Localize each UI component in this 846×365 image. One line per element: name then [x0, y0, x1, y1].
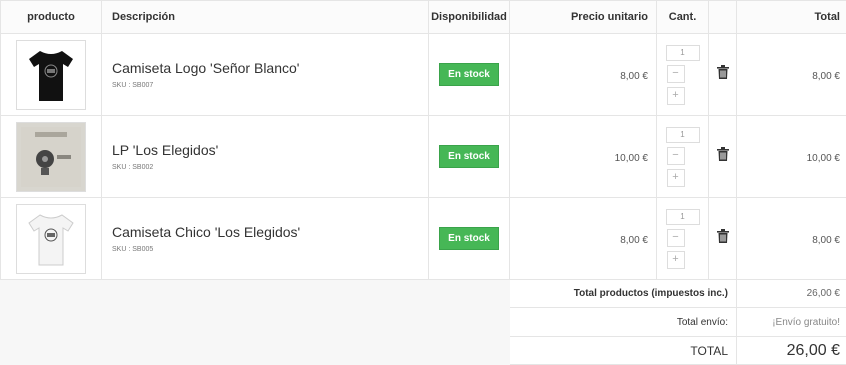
delete-cell	[708, 197, 737, 280]
summary-total-row: TOTAL 26,00 €	[0, 336, 846, 365]
product-description-cell: LP 'Los Elegidos' SKU : SB002	[101, 115, 429, 198]
products-total-value: 26,00 €	[736, 279, 846, 308]
quantity-decrease-button[interactable]: −	[666, 64, 685, 83]
quantity-increase-button[interactable]: +	[666, 86, 685, 105]
product-description-cell: Camiseta Logo 'Señor Blanco' SKU : SB007	[101, 33, 429, 116]
trash-icon[interactable]	[716, 65, 729, 84]
delete-cell	[708, 33, 737, 116]
header-producto: producto	[0, 0, 102, 34]
unit-price-cell: 8,00 €	[509, 33, 657, 116]
grand-total-value: 26,00 €	[736, 336, 846, 365]
cart-item-row: Camiseta Chico 'Los Elegidos' SKU : SB00…	[0, 197, 846, 280]
product-image-cell	[0, 197, 102, 280]
quantity-input[interactable]	[665, 208, 700, 225]
availability-cell: En stock	[428, 33, 510, 116]
line-total: 8,00 €	[812, 70, 840, 82]
product-sku: SKU : SB005	[112, 246, 154, 253]
grand-total-label: TOTAL	[509, 336, 737, 365]
header-total: Total	[736, 0, 846, 34]
quantity-increase-button[interactable]: +	[666, 250, 685, 269]
product-sku: SKU : SB007	[112, 82, 154, 89]
trash-icon[interactable]	[716, 229, 729, 248]
unit-price: 10,00 €	[614, 152, 648, 164]
header-precio: Precio unitario	[509, 0, 657, 34]
line-total: 8,00 €	[812, 234, 840, 246]
quantity-decrease-button[interactable]: −	[666, 228, 685, 247]
header-cant: Cant.	[656, 0, 709, 34]
quantity-increase-button[interactable]: +	[666, 168, 685, 187]
product-name-link[interactable]: Camiseta Logo 'Señor Blanco'	[112, 60, 428, 76]
quantity-decrease-button[interactable]: −	[666, 146, 685, 165]
unit-price: 8,00 €	[620, 234, 648, 246]
quantity-input[interactable]	[665, 44, 700, 61]
quantity-cell: − +	[656, 115, 709, 198]
product-image-cell	[0, 115, 102, 198]
product-thumbnail[interactable]	[16, 203, 86, 274]
unit-price-cell: 8,00 €	[509, 197, 657, 280]
tshirt-white-image	[28, 213, 74, 265]
line-total: 10,00 €	[806, 152, 840, 164]
header-disponibilidad: Disponibilidad	[428, 0, 510, 34]
line-total-cell: 8,00 €	[736, 197, 846, 280]
header-descripcion: Descripción	[101, 0, 429, 34]
availability-cell: En stock	[428, 115, 510, 198]
product-image-cell	[0, 33, 102, 116]
product-name-link[interactable]: LP 'Los Elegidos'	[112, 142, 428, 158]
table-header-row: producto Descripción Disponibilidad Prec…	[0, 0, 846, 34]
quantity-stepper: − +	[665, 44, 700, 105]
tshirt-black-image	[29, 50, 73, 101]
unit-price: 8,00 €	[620, 70, 648, 82]
products-total-label: Total productos (impuestos inc.)	[509, 279, 737, 308]
product-thumbnail[interactable]	[16, 39, 86, 110]
cart-item-row: LP 'Los Elegidos' SKU : SB002 En stock 1…	[0, 115, 846, 198]
stock-badge: En stock	[439, 145, 499, 168]
cart-summary: producto Descripción Disponibilidad Prec…	[0, 0, 846, 365]
stock-badge: En stock	[439, 63, 499, 86]
product-sku: SKU : SB002	[112, 164, 154, 171]
summary-shipping-row: Total envío: ¡Envío gratuito!	[0, 307, 846, 337]
trash-icon[interactable]	[716, 147, 729, 166]
summary-products-row: Total productos (impuestos inc.) 26,00 €	[0, 279, 846, 308]
quantity-cell: − +	[656, 33, 709, 116]
stock-badge: En stock	[439, 227, 499, 250]
product-thumbnail[interactable]	[16, 121, 86, 192]
product-name-link[interactable]: Camiseta Chico 'Los Elegidos'	[112, 224, 428, 240]
product-description-cell: Camiseta Chico 'Los Elegidos' SKU : SB00…	[101, 197, 429, 280]
cart-item-row: Camiseta Logo 'Señor Blanco' SKU : SB007…	[0, 33, 846, 116]
quantity-input[interactable]	[665, 126, 700, 143]
quantity-stepper: − +	[665, 208, 700, 269]
vinyl-record-image	[21, 126, 81, 187]
line-total-cell: 8,00 €	[736, 33, 846, 116]
quantity-cell: − +	[656, 197, 709, 280]
shipping-label: Total envío:	[509, 307, 737, 337]
quantity-stepper: − +	[665, 126, 700, 187]
cart-table: producto Descripción Disponibilidad Prec…	[0, 0, 846, 365]
shipping-value: ¡Envío gratuito!	[736, 307, 846, 337]
unit-price-cell: 10,00 €	[509, 115, 657, 198]
availability-cell: En stock	[428, 197, 510, 280]
header-delete	[708, 0, 737, 34]
line-total-cell: 10,00 €	[736, 115, 846, 198]
delete-cell	[708, 115, 737, 198]
